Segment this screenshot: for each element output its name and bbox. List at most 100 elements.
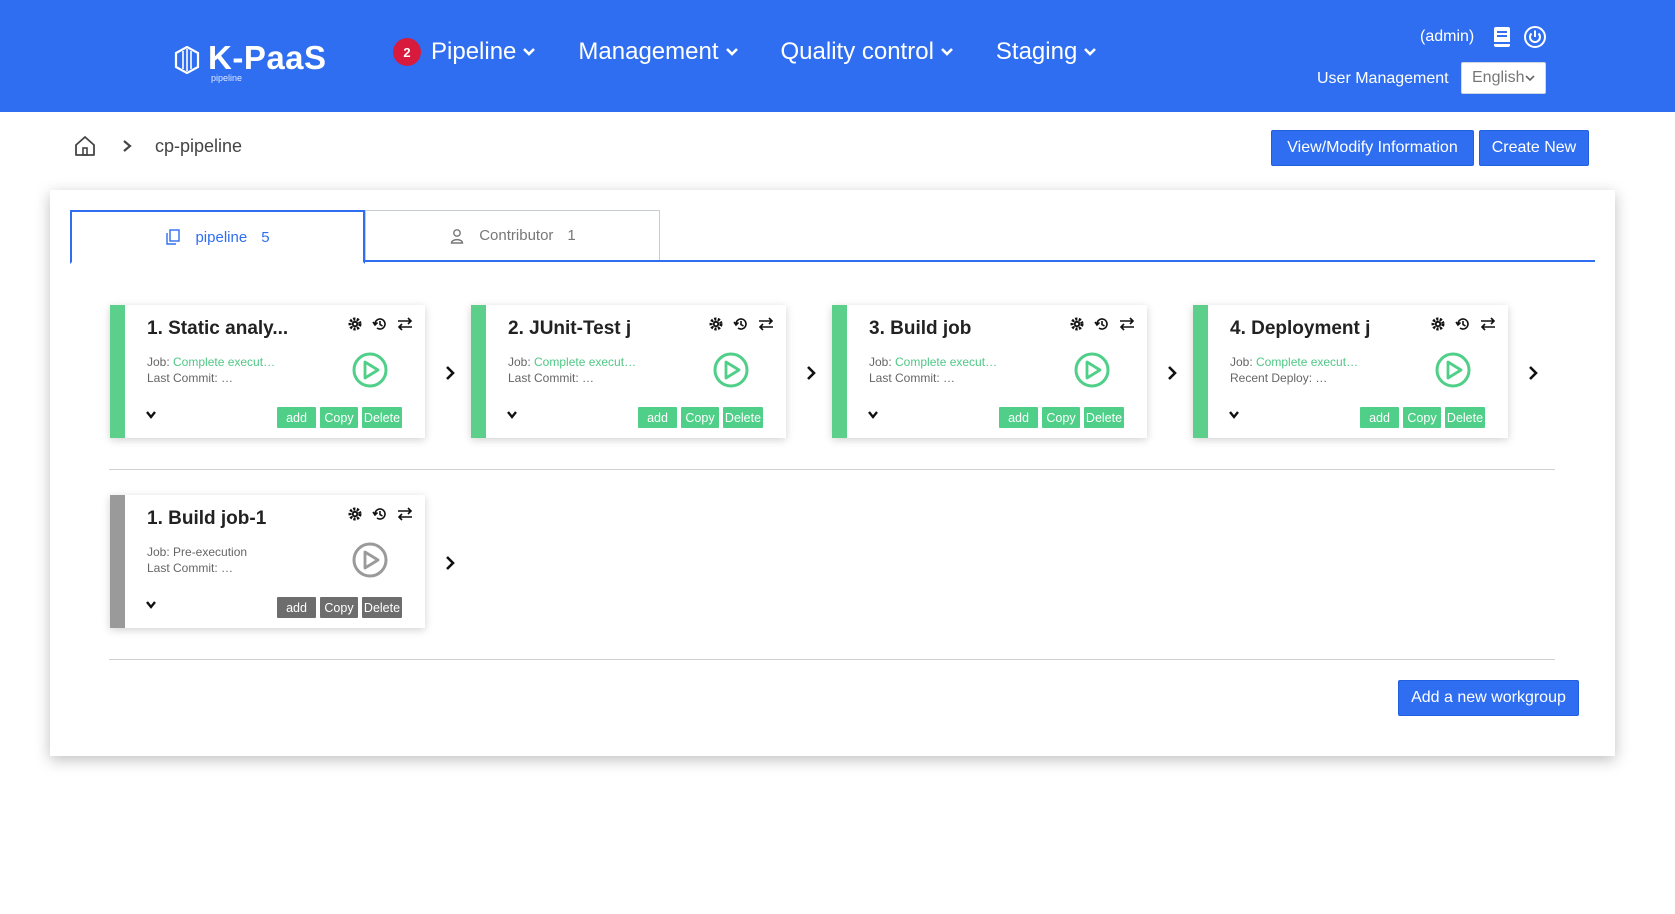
chevron-right-icon	[446, 366, 455, 380]
job-card[interactable]: 1. Static analy... Job: Complete execut……	[110, 305, 425, 438]
pipeline-count-badge: 2	[393, 38, 421, 66]
nav-staging[interactable]: Staging	[996, 38, 1097, 66]
chevron-down-icon[interactable]	[145, 410, 157, 420]
job-title: 2. JUnit-Test j	[508, 318, 632, 339]
add-button[interactable]: add	[1360, 407, 1399, 428]
copy-button[interactable]: Copy	[320, 407, 358, 428]
nav-pipeline[interactable]: 2 Pipeline	[393, 38, 536, 66]
job-status-value: Complete execut…	[1256, 355, 1359, 369]
delete-button[interactable]: Delete	[723, 407, 763, 428]
job-status-line: Job: Pre-execution	[147, 545, 247, 559]
delete-button[interactable]: Delete	[362, 407, 402, 428]
tab-pipeline[interactable]: pipeline 5	[70, 210, 365, 264]
tab-contributor-count: 1	[567, 227, 576, 244]
breadcrumb-current: cp-pipeline	[155, 135, 243, 156]
user-icon	[451, 228, 464, 244]
settings-gear-icon[interactable]	[347, 316, 363, 332]
nav-quality-control[interactable]: Quality control	[781, 38, 954, 66]
top-navbar: K-PaaS pipeline 2 Pipeline Management Qu…	[0, 0, 1675, 112]
history-icon[interactable]	[372, 316, 388, 332]
settings-gear-icon[interactable]	[347, 506, 363, 522]
job-commit-line: Last Commit: …	[869, 371, 956, 385]
copy-button[interactable]: Copy	[1403, 407, 1441, 428]
nav-staging-label: Staging	[995, 38, 1078, 65]
job-status-line: Job: Complete execut…	[147, 355, 275, 369]
job-commit-line: Last Commit: …	[147, 561, 234, 575]
home-icon[interactable]	[73, 134, 97, 158]
chevron-down-icon	[523, 48, 536, 56]
swap-arrows-icon[interactable]	[1119, 316, 1135, 332]
job-card[interactable]: 2. JUnit-Test j Job: Complete execut… La…	[471, 305, 786, 438]
copy-button[interactable]: Copy	[320, 597, 358, 618]
history-icon[interactable]	[372, 506, 388, 522]
history-icon[interactable]	[733, 316, 749, 332]
main-nav: 2 Pipeline Management Quality control St…	[393, 38, 1139, 66]
job-card[interactable]: 1. Build job-1 Job: Pre-execution Last C…	[110, 495, 425, 628]
language-select[interactable]: English	[1461, 62, 1546, 94]
swap-arrows-icon[interactable]	[397, 506, 413, 522]
job-status-label: Job:	[869, 355, 896, 369]
workgroup-divider	[109, 469, 1555, 470]
job-status-bar	[110, 495, 125, 628]
history-icon[interactable]	[1094, 316, 1110, 332]
k-paas-logo-icon	[174, 46, 200, 74]
job-title: 1. Static analy...	[147, 318, 289, 339]
job-commit-line: Last Commit: …	[147, 371, 234, 385]
chevron-down-icon	[1525, 75, 1535, 82]
chevron-down-icon	[725, 48, 738, 56]
job-card[interactable]: 4. Deployment j Job: Complete execut… Re…	[1193, 305, 1508, 438]
k-paas-logo[interactable]: K-PaaS pipeline	[174, 39, 327, 83]
delete-button[interactable]: Delete	[1445, 407, 1485, 428]
swap-arrows-icon[interactable]	[758, 316, 774, 332]
chevron-down-icon[interactable]	[145, 600, 157, 610]
job-status-bar	[1193, 305, 1208, 438]
pipeline-panel: pipeline 5 Contributor 1 1. Static analy…	[50, 190, 1615, 756]
view-modify-information-button[interactable]: View/Modify Information	[1271, 130, 1474, 166]
tab-contributor-label: Contributor	[479, 227, 554, 244]
tab-contributor[interactable]: Contributor 1	[365, 210, 660, 260]
settings-gear-icon[interactable]	[1430, 316, 1446, 332]
chevron-down-icon[interactable]	[506, 410, 518, 420]
run-play-icon[interactable]	[351, 541, 389, 579]
settings-gear-icon[interactable]	[708, 316, 724, 332]
nav-pipeline-label: Pipeline	[431, 38, 517, 65]
swap-arrows-icon[interactable]	[397, 316, 413, 332]
logout-power-icon[interactable]	[1523, 25, 1547, 49]
tab-pipeline-label: pipeline	[195, 228, 248, 246]
copy-button[interactable]: Copy	[681, 407, 719, 428]
nav-management[interactable]: Management	[578, 38, 738, 66]
user-management-link[interactable]: User Management	[1317, 70, 1449, 88]
job-status-line: Job: Complete execut…	[1230, 355, 1358, 369]
run-play-icon[interactable]	[1434, 351, 1472, 389]
add-button[interactable]: add	[277, 407, 316, 428]
logo-text: K-PaaS	[208, 39, 327, 76]
job-status-label: Job:	[1230, 355, 1257, 369]
add-workgroup-button[interactable]: Add a new workgroup	[1398, 680, 1579, 716]
chevron-right-icon	[1529, 366, 1538, 380]
job-status-value: Complete execut…	[173, 355, 276, 369]
run-play-icon[interactable]	[351, 351, 389, 389]
swap-arrows-icon[interactable]	[1480, 316, 1496, 332]
chevron-down-icon[interactable]	[867, 410, 879, 420]
history-icon[interactable]	[1455, 316, 1471, 332]
manual-book-icon[interactable]	[1492, 26, 1512, 48]
chevron-down-icon	[940, 48, 953, 56]
job-status-value: Complete execut…	[895, 355, 998, 369]
delete-button[interactable]: Delete	[362, 597, 402, 618]
run-play-icon[interactable]	[1073, 351, 1111, 389]
create-new-button[interactable]: Create New	[1479, 130, 1589, 166]
add-button[interactable]: add	[999, 407, 1038, 428]
settings-gear-icon[interactable]	[1069, 316, 1085, 332]
add-button[interactable]: add	[638, 407, 677, 428]
delete-button[interactable]: Delete	[1084, 407, 1124, 428]
chevron-down-icon[interactable]	[1228, 410, 1240, 420]
run-play-icon[interactable]	[712, 351, 750, 389]
job-status-label: Job:	[147, 355, 174, 369]
job-status-line: Job: Complete execut…	[508, 355, 636, 369]
job-card[interactable]: 3. Build job Job: Complete execut… Last …	[832, 305, 1147, 438]
job-commit-line: Last Commit: …	[508, 371, 595, 385]
copy-button[interactable]: Copy	[1042, 407, 1080, 428]
add-button[interactable]: add	[277, 597, 316, 618]
job-status-line: Job: Complete execut…	[869, 355, 997, 369]
language-select-value: English	[1472, 69, 1525, 86]
